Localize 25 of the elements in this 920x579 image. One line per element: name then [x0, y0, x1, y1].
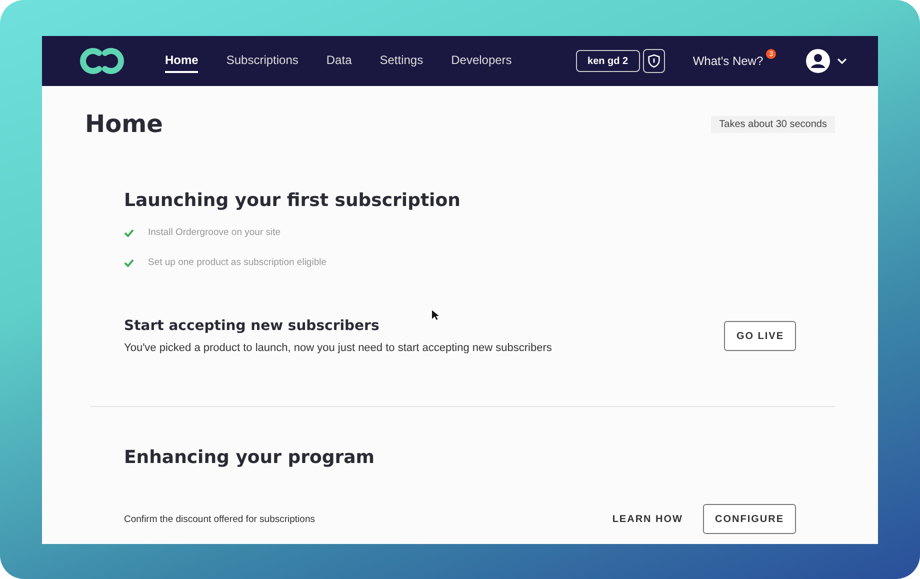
shield-button[interactable] [642, 49, 665, 73]
shield-icon [648, 54, 660, 68]
whats-new-link[interactable]: What's New? [692, 54, 764, 68]
account-button[interactable]: ken gd 2 [576, 50, 640, 72]
step-label: Set up one product as subscription eligible [148, 257, 327, 268]
nav-tab[interactable]: Settings [380, 49, 424, 73]
learn-how-link[interactable]: LEARN HOW [612, 514, 683, 524]
caret-icon[interactable] [837, 58, 848, 64]
mouse-cursor-icon [432, 310, 439, 321]
task-description: You've picked a product to launch, now you just need to start accepting new subscribers [124, 342, 552, 354]
section-title: Launching your first subscription [124, 190, 462, 211]
go-live-button[interactable]: GO LIVE [724, 321, 796, 351]
logo-icon [79, 47, 125, 75]
nav-tab[interactable]: Subscriptions [226, 49, 298, 73]
configure-button[interactable]: CONFIGURE [703, 504, 796, 534]
step-label: Install Ordergroove on your site [148, 227, 281, 238]
nav-tab[interactable]: Home [165, 49, 198, 73]
task-description: Confirm the discount offered for subscriptions [124, 514, 316, 524]
time-note: Takes about 30 seconds [711, 116, 835, 132]
task-title: Start accepting new subscribers [124, 318, 380, 334]
page-title: Home [85, 110, 163, 138]
user-avatar-icon[interactable] [806, 49, 830, 73]
nav-tab[interactable]: Data [326, 49, 352, 73]
section-title: Enhancing your program [124, 447, 376, 468]
nav-tab[interactable]: Developers [451, 49, 512, 73]
